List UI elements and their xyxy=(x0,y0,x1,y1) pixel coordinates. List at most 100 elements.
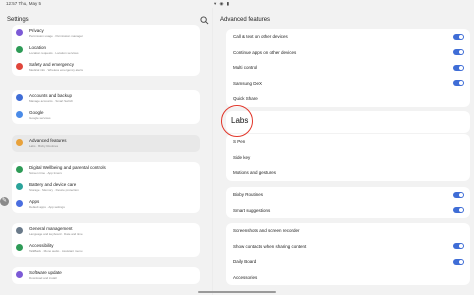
feature-label: Quick Share xyxy=(233,96,258,101)
settings-item-subtitle: Google services xyxy=(29,115,51,120)
settings-item-subtitle: Language and keyboard · Date and time xyxy=(29,231,83,236)
feature-toggle[interactable] xyxy=(453,80,464,86)
settings-item-label: Digital Wellbeing and parental controls xyxy=(29,164,106,170)
settings-group: Advanced features Labs · Bixby Routines xyxy=(12,135,200,152)
settings-item[interactable]: Advanced features Labs · Bixby Routines xyxy=(12,135,200,152)
settings-item[interactable]: Safety and emergency Medical info · Wirel… xyxy=(12,59,200,76)
feature-label: Show contacts when sharing content xyxy=(233,243,307,249)
feature-row[interactable]: S Pen xyxy=(226,134,470,150)
settings-item-label: Accessibility xyxy=(29,242,54,248)
features-group: Bixby Routines Smart suggestions xyxy=(226,187,470,218)
settings-item-subtitle: Labs · Bixby Routines xyxy=(29,143,59,148)
status-bar: 12:57 Thu, May 5 ▾ ◉ ▮ xyxy=(0,0,474,8)
settings-item-subtitle: Manage accounts · Smart Switch xyxy=(29,98,74,103)
apps-icon xyxy=(16,200,23,207)
settings-group: Digital Wellbeing and parental controls S… xyxy=(12,162,200,213)
settings-item-subtitle: Storage · Memory · Device protection xyxy=(29,187,79,192)
settings-item[interactable]: Accessibility TalkBack · Mono audio · Ass… xyxy=(12,240,200,257)
feature-row[interactable]: Screenshots and screen recorder xyxy=(226,223,470,239)
labs-item[interactable]: Labs xyxy=(226,111,470,133)
settings-item-label: Software update xyxy=(29,269,62,275)
settings-item[interactable]: Google Google services xyxy=(12,107,200,124)
settings-item-label: Location xyxy=(29,44,47,50)
settings-item[interactable]: Apps Default apps · App settings xyxy=(12,196,200,213)
feature-row[interactable]: Multi control xyxy=(226,60,470,76)
feature-toggle[interactable] xyxy=(453,64,464,71)
settings-item[interactable]: Software update Download and install xyxy=(12,267,200,284)
settings-item-subtitle: Location requests · Location services xyxy=(29,50,79,55)
feature-row[interactable]: Show contacts when sharing content xyxy=(226,239,470,255)
settings-item-subtitle: Permission usage · Permission manager xyxy=(29,33,84,38)
settings-item[interactable]: Accounts and backup Manage accounts · Sma… xyxy=(12,90,200,107)
settings-pane: Settings Privacy Permission usage · Permi… xyxy=(0,8,212,295)
location-icon xyxy=(16,46,23,53)
settings-item[interactable]: Location Location requests · Location ser… xyxy=(12,42,200,59)
labs-highlight-circle xyxy=(221,105,253,137)
feature-label: Screenshots and screen recorder xyxy=(233,228,300,233)
feature-row[interactable]: Call & text on other devices xyxy=(226,29,470,45)
section-title: Advanced features xyxy=(220,17,271,23)
feature-label: Bixby Routines xyxy=(233,192,264,197)
page-title: Settings xyxy=(7,17,29,23)
settings-item-subtitle: Medical info · Wireless emergency alerts xyxy=(29,67,84,72)
feature-row[interactable]: Side key xyxy=(226,150,470,166)
settings-item-label: Advanced features xyxy=(29,137,67,143)
settings-group: Privacy Permission usage · Permission man… xyxy=(12,25,200,76)
feature-toggle[interactable] xyxy=(453,243,464,249)
feature-label: Multi control xyxy=(233,65,258,70)
feature-row[interactable]: Samsung DeX xyxy=(226,76,470,92)
settings-item-label: Privacy xyxy=(29,27,44,33)
feature-toggle[interactable] xyxy=(453,33,464,40)
feature-label: S Pen xyxy=(233,139,246,144)
feature-label: Side key xyxy=(233,154,251,160)
safety-icon xyxy=(16,63,23,70)
settings-item-label: Google xyxy=(29,109,44,115)
feature-row[interactable]: Smart suggestions xyxy=(226,203,470,219)
feature-toggle[interactable] xyxy=(453,207,464,213)
settings-item-label: Safety and emergency xyxy=(29,61,75,67)
settings-item[interactable]: Privacy Permission usage · Permission man… xyxy=(12,25,200,42)
settings-item[interactable]: General management Language and keyboard … xyxy=(12,223,200,240)
feature-row[interactable]: Motions and gestures xyxy=(226,165,470,181)
home-indicator[interactable] xyxy=(198,291,276,293)
privacy-icon xyxy=(16,29,23,36)
feature-row[interactable]: Bixby Routines xyxy=(226,187,470,203)
feature-label: Accessories xyxy=(233,274,258,280)
advanced-features-pane: Advanced features Call & text on other d… xyxy=(214,8,474,295)
feature-toggle[interactable] xyxy=(453,258,464,265)
google-icon xyxy=(16,111,23,118)
status-time: 12:57 Thu, May 5 xyxy=(6,1,41,6)
feature-row[interactable]: Continue apps on other devices xyxy=(226,45,470,61)
feature-toggle[interactable] xyxy=(453,49,464,55)
settings-item-subtitle: TalkBack · Mono audio · Assistant menu xyxy=(29,248,83,253)
settings-item-label: General management xyxy=(29,225,73,231)
feature-toggle[interactable] xyxy=(453,191,464,198)
feature-row[interactable]: Quick Share xyxy=(226,91,470,107)
settings-item-label: Accounts and backup xyxy=(29,92,73,98)
feature-label: Daily Board xyxy=(233,259,257,264)
wellbeing-icon xyxy=(16,166,23,173)
feature-row[interactable]: Daily Board xyxy=(226,254,470,270)
settings-item-subtitle: Default apps · App settings xyxy=(29,204,65,209)
pane-divider xyxy=(212,8,213,295)
settings-item-label: Apps xyxy=(29,198,40,204)
settings-group: General management Language and keyboard … xyxy=(12,223,200,257)
features-group: S Pen Side key Motions and gestures xyxy=(226,134,470,181)
labs-group: Labs xyxy=(226,111,470,133)
feature-label: Motions and gestures xyxy=(233,170,277,175)
battery-icon xyxy=(16,183,23,190)
software-update-icon xyxy=(16,271,23,278)
feature-row[interactable]: Accessories xyxy=(226,270,470,286)
feature-label: Call & text on other devices xyxy=(233,34,288,39)
accessibility-icon xyxy=(16,244,23,251)
settings-item[interactable]: Digital Wellbeing and parental controls S… xyxy=(12,162,200,179)
accounts-icon xyxy=(16,94,23,101)
features-group: Call & text on other devices Continue app… xyxy=(226,29,470,107)
feature-label: Smart suggestions xyxy=(233,207,271,213)
general-management-icon xyxy=(16,227,23,234)
edit-icon[interactable]: ✎ xyxy=(0,197,9,206)
settings-group: Accounts and backup Manage accounts · Sma… xyxy=(12,90,200,124)
search-icon[interactable] xyxy=(200,16,209,25)
settings-item[interactable]: Battery and device care Storage · Memory … xyxy=(12,179,200,196)
settings-item-label: Battery and device care xyxy=(29,181,77,187)
